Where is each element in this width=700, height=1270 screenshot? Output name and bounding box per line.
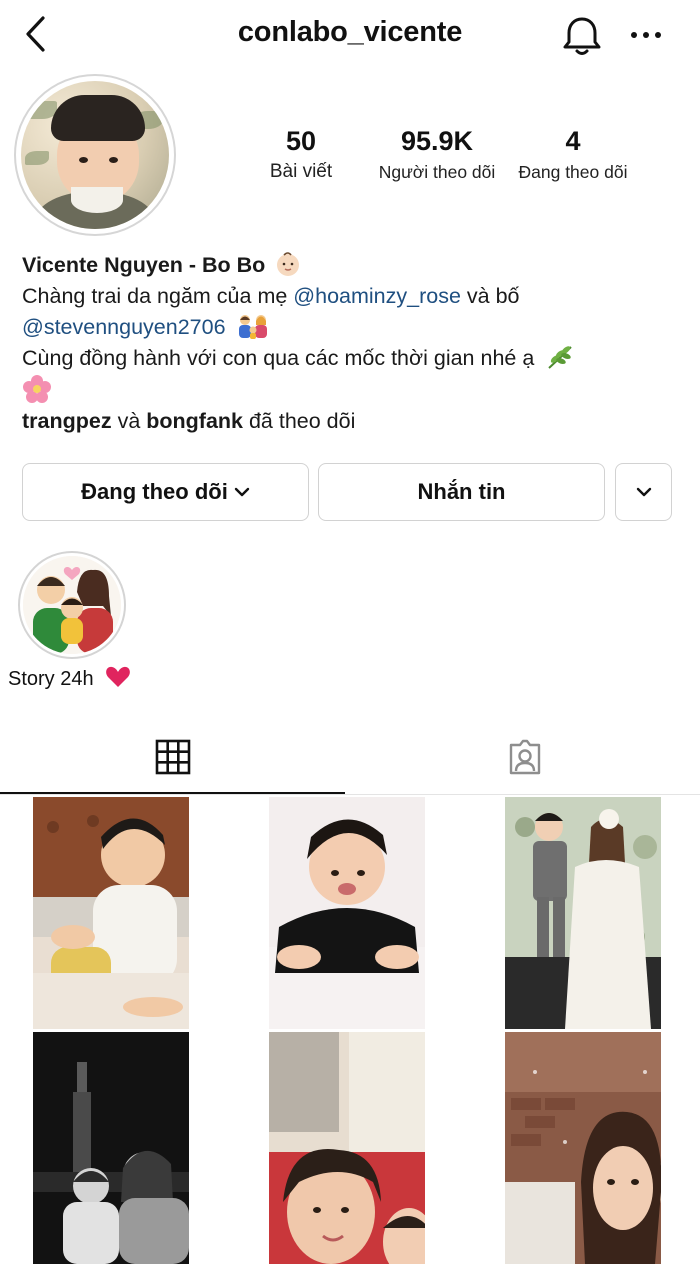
post-thumbnail[interactable] bbox=[269, 797, 425, 1029]
post-thumbnail[interactable] bbox=[505, 1032, 661, 1264]
message-button-label: Nhắn tin bbox=[417, 479, 506, 504]
red-heart-icon bbox=[106, 666, 131, 687]
posts-count: 50 bbox=[285, 126, 317, 156]
following-button-label: Đang theo dõi bbox=[81, 479, 228, 504]
posts-label: Bài viết bbox=[269, 161, 333, 182]
suggested-accounts-button[interactable] bbox=[615, 463, 672, 521]
chevron-down-icon bbox=[234, 487, 250, 497]
highlight-cover bbox=[23, 556, 121, 654]
post-thumbnail[interactable] bbox=[269, 1032, 425, 1264]
grid-icon bbox=[155, 739, 190, 775]
followers-count: 95.9K bbox=[400, 126, 474, 156]
message-button[interactable]: Nhắn tin bbox=[318, 463, 605, 521]
story-highlight[interactable] bbox=[18, 551, 126, 659]
profile-avatar[interactable] bbox=[14, 74, 176, 236]
tab-divider bbox=[0, 794, 700, 795]
bio-line1: Chàng trai da ngăm của mẹ bbox=[22, 284, 294, 308]
mention-dad-link[interactable]: @stevennguyen2706 bbox=[22, 315, 226, 339]
follower-user1: trangpez bbox=[22, 409, 112, 433]
following-label: Đang theo dõi bbox=[518, 162, 628, 182]
more-horizontal-icon bbox=[631, 32, 661, 38]
highlight-label: Story 24h bbox=[8, 666, 131, 691]
followers-label: Người theo dõi bbox=[378, 162, 496, 182]
stat-followers[interactable]: 95.9K Người theo dõi bbox=[362, 124, 512, 184]
chevron-down-icon bbox=[636, 487, 651, 497]
follower-user2: bongfank bbox=[146, 409, 243, 433]
mention-mom-link[interactable]: @hoaminzy_rose bbox=[293, 284, 461, 308]
followed-by-text[interactable]: trangpez và bongfank đã theo dõi bbox=[22, 406, 355, 437]
blossom-emoji-icon bbox=[22, 375, 52, 403]
bell-icon bbox=[563, 17, 601, 55]
profile-screen: conlabo_vicente 50 Bài viết 95.9K Người … bbox=[0, 0, 700, 1270]
herb-emoji-icon bbox=[540, 346, 574, 370]
post-thumbnail[interactable] bbox=[33, 797, 189, 1029]
display-name: Vicente Nguyen - Bo Bo bbox=[22, 253, 266, 277]
tab-posts-grid[interactable] bbox=[0, 718, 345, 796]
followed-conj: và bbox=[111, 409, 147, 433]
family-emoji-icon bbox=[232, 315, 270, 339]
bio-line1-tail: và bố bbox=[460, 284, 520, 308]
baby-emoji-icon bbox=[271, 252, 301, 277]
notifications-button[interactable] bbox=[560, 14, 604, 58]
more-options-button[interactable] bbox=[626, 18, 666, 52]
profile-bio: Vicente Nguyen - Bo Bo Chàng trai da ngă… bbox=[22, 250, 682, 407]
avatar-photo bbox=[21, 81, 169, 229]
post-thumbnail[interactable] bbox=[505, 797, 661, 1029]
tagged-person-icon bbox=[509, 739, 541, 775]
post-thumbnail[interactable] bbox=[33, 1032, 189, 1264]
highlight-label-text: Story 24h bbox=[8, 668, 94, 690]
followed-tail: đã theo dõi bbox=[243, 409, 356, 433]
tab-tagged[interactable] bbox=[350, 718, 700, 796]
following-count: 4 bbox=[565, 126, 581, 156]
following-button[interactable]: Đang theo dõi bbox=[22, 463, 309, 521]
stat-posts[interactable]: 50 Bài viết bbox=[226, 124, 376, 184]
stat-following[interactable]: 4 Đang theo dõi bbox=[498, 124, 648, 184]
bio-line3: Cùng đồng hành với con qua các mốc thời … bbox=[22, 346, 535, 370]
top-bar: conlabo_vicente bbox=[0, 0, 700, 72]
